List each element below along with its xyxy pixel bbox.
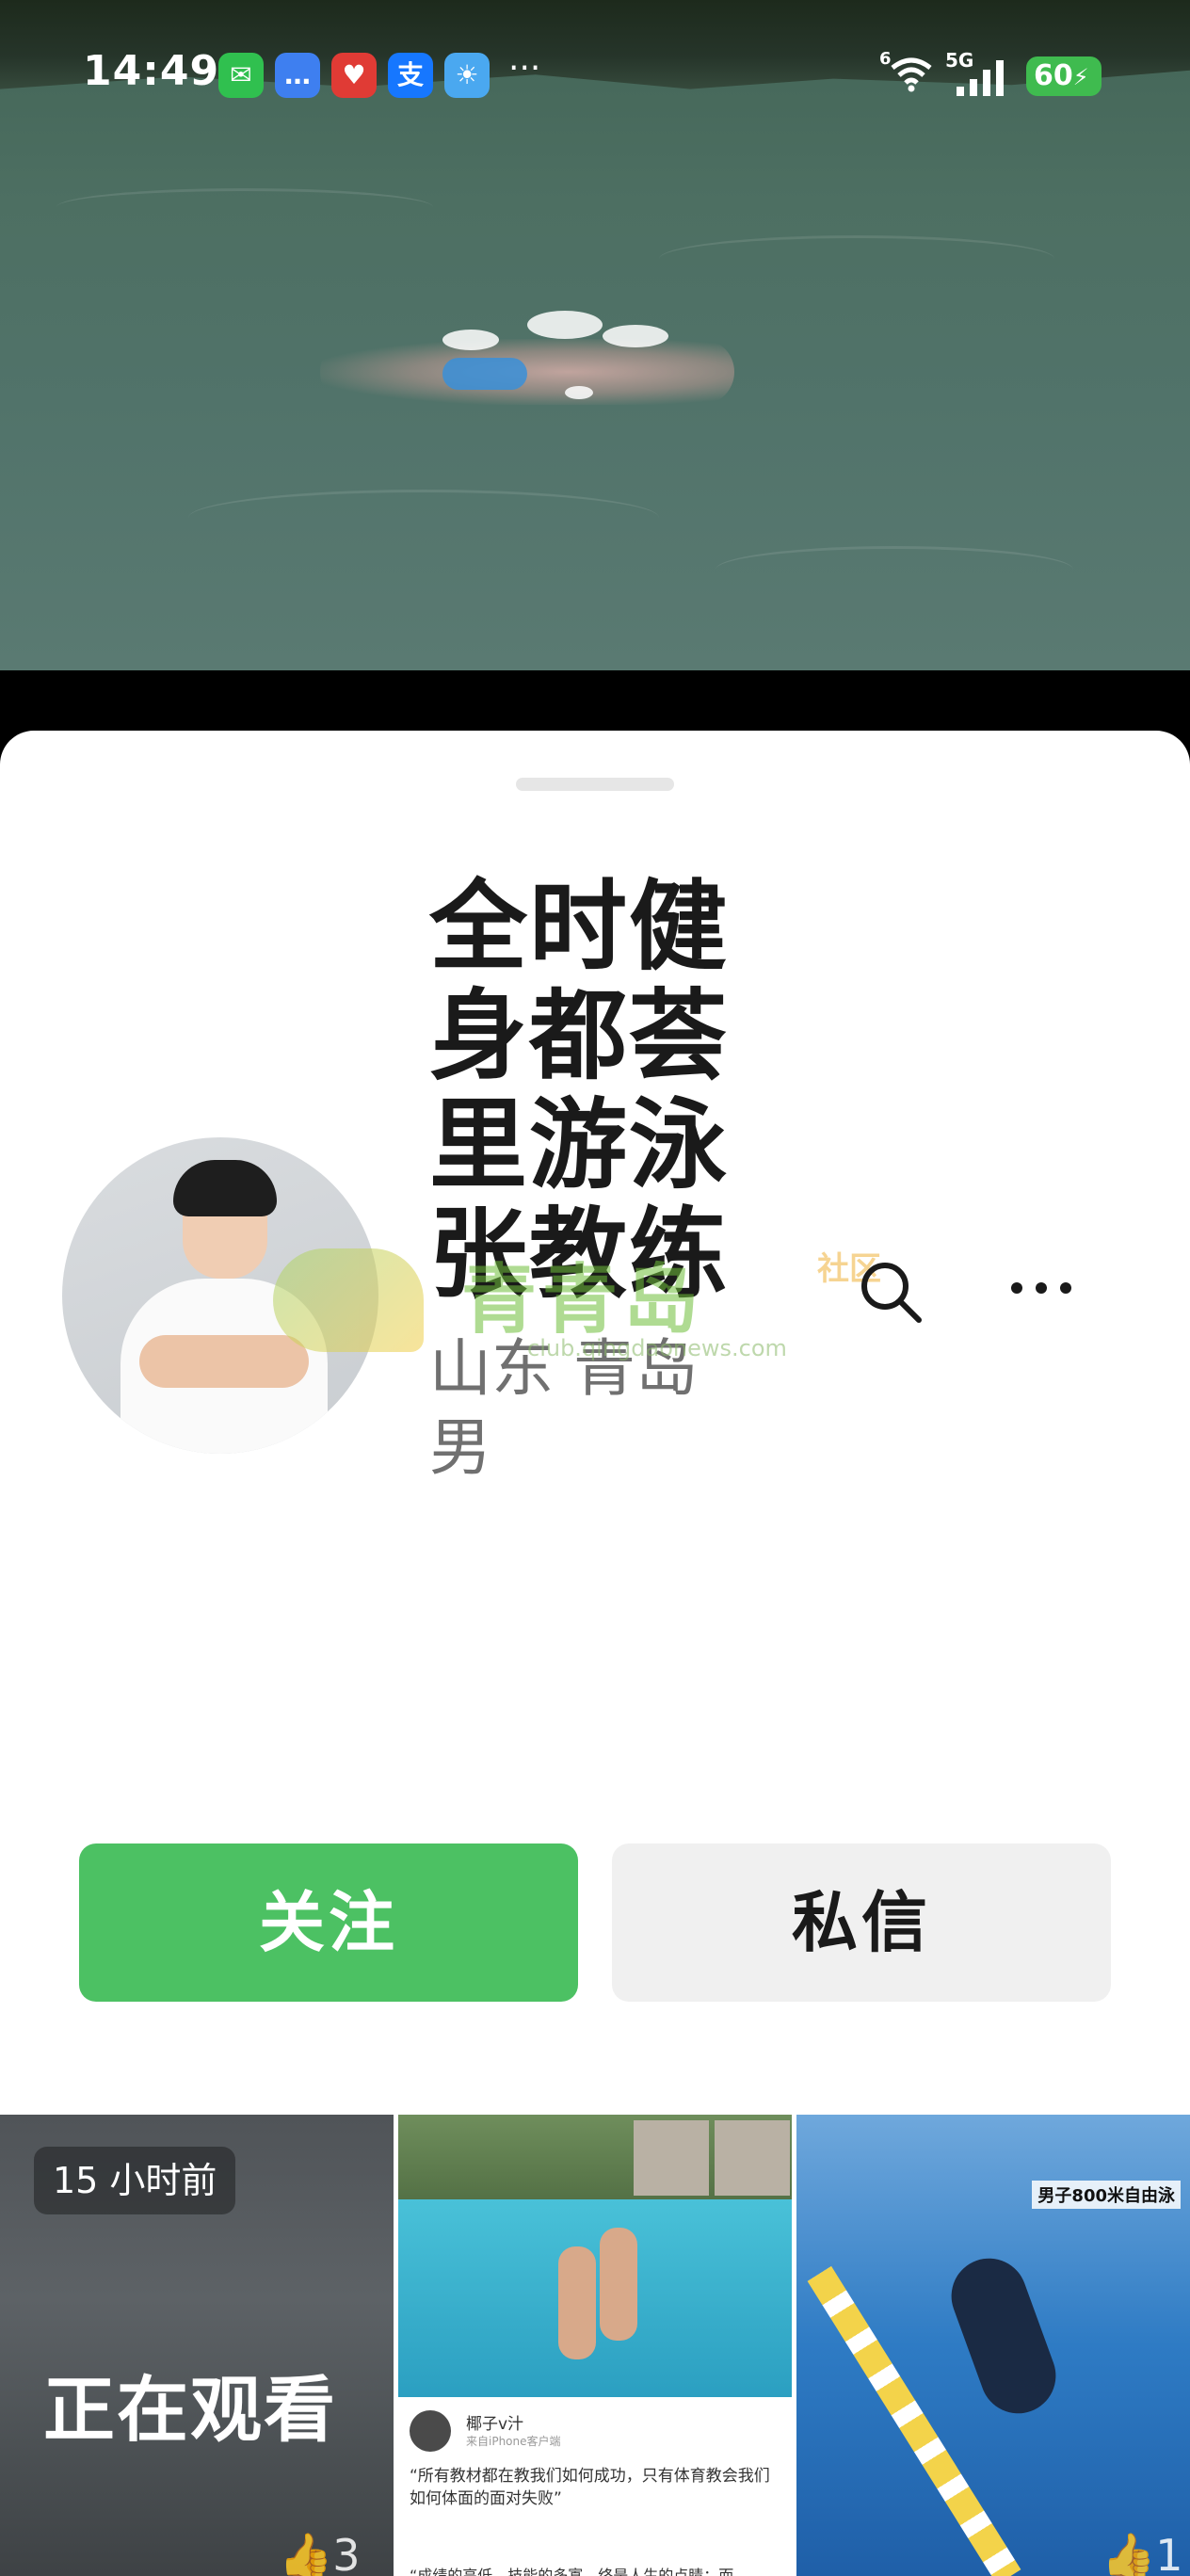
watermark-url: club.qingdaonews.com <box>527 1335 787 1361</box>
profile-gender: 男 <box>429 1411 491 1484</box>
like-count: 👍1 <box>1102 2530 1183 2576</box>
thumb-up-icon: 👍 <box>1102 2530 1156 2576</box>
charging-icon: ⚡ <box>1072 64 1089 90</box>
water-ripple <box>56 188 433 226</box>
splash <box>603 325 668 347</box>
name-line: 身都荟 <box>429 978 730 1093</box>
name-line: 里游泳 <box>429 1087 730 1202</box>
water-ripple <box>716 546 1073 593</box>
like-count-value: 3 <box>332 2530 361 2576</box>
video-thumbnail[interactable]: 椰子v汁 来自iPhone客户端 “所有教材都在教我们如何成功，只有体育教会我们… <box>398 2115 792 2576</box>
swimmer-suit <box>442 358 527 390</box>
swimmer <box>320 339 734 405</box>
profile-sheet: 全时健 身都荟 里游泳 张教练 山东 青岛 男 青青岛 社区 club.qing… <box>0 731 1190 2576</box>
video-caption: 男子800米自由泳 <box>1032 2181 1181 2209</box>
post-text-2: “成绩的高低，技能的多寡，终是人生的点睛；而 <box>410 2567 734 2576</box>
weather-icon: ☀ <box>444 53 490 98</box>
status-bar: 14:49 ✉ … ♥ 支 ☀ ··· 6 5G 60⚡ <box>0 0 1190 151</box>
building <box>634 2120 709 2196</box>
battery-indicator: 60⚡ <box>1026 56 1102 96</box>
person <box>558 2246 596 2359</box>
heart-app-icon: ♥ <box>331 53 377 98</box>
more-notifications: ··· <box>508 49 541 88</box>
watermark: 青青岛 社区 club.qingdaonews.com <box>273 1230 932 1390</box>
post-source: 来自iPhone客户端 <box>466 2435 561 2448</box>
like-count: 👍3 <box>279 2530 361 2576</box>
splash <box>442 330 499 350</box>
pool <box>398 2199 792 2397</box>
watermark-logo-icon <box>273 1248 424 1352</box>
search-icon[interactable] <box>853 1254 928 1329</box>
more-options-icon[interactable] <box>1004 1269 1079 1307</box>
alipay-icon: 支 <box>388 53 433 98</box>
wechat-icon: ✉ <box>218 53 264 98</box>
post-author: 椰子v汁 <box>466 2415 524 2434</box>
video-grid: 15 小时前 正在观看 👍3 椰子v汁 来自iPhone客户端 “所有教材都在教… <box>0 2115 1190 2576</box>
name-line: 全时健 <box>429 869 730 984</box>
battery-level: 60 <box>1034 59 1073 92</box>
now-watching-label: 正在观看 <box>43 2368 337 2452</box>
signal-icon <box>957 60 1004 96</box>
post-avatar <box>410 2410 451 2452</box>
video-thumbnail[interactable]: 15 小时前 正在观看 👍3 <box>0 2115 394 2576</box>
video-thumbnail[interactable]: 男子800米自由泳 👍1 <box>796 2115 1190 2576</box>
status-time: 14:49 <box>83 47 220 95</box>
post-card: 椰子v汁 来自iPhone客户端 “所有教材都在教我们如何成功，只有体育教会我们… <box>398 2397 792 2576</box>
person <box>600 2228 637 2341</box>
like-count-value: 1 <box>1155 2530 1183 2576</box>
message-icon: … <box>275 53 320 98</box>
watermark-brand: 青青岛 <box>461 1256 704 1344</box>
splash <box>565 386 593 399</box>
thumb-up-icon: 👍 <box>279 2530 333 2576</box>
swimmer <box>941 2247 1067 2424</box>
post-text: “所有教材都在教我们如何成功，只有体育教会我们如何体面的面对失败” <box>410 2467 770 2508</box>
building <box>715 2120 790 2196</box>
water-ripple <box>659 235 1054 282</box>
follow-button[interactable]: 关注 <box>79 1843 578 2002</box>
water-ripple <box>188 490 659 546</box>
time-badge: 15 小时前 <box>34 2147 236 2214</box>
drag-handle[interactable] <box>516 778 674 791</box>
message-button[interactable]: 私信 <box>612 1843 1111 2002</box>
avatar-hair <box>173 1160 277 1216</box>
splash <box>527 311 603 339</box>
wifi-icon <box>891 57 932 92</box>
